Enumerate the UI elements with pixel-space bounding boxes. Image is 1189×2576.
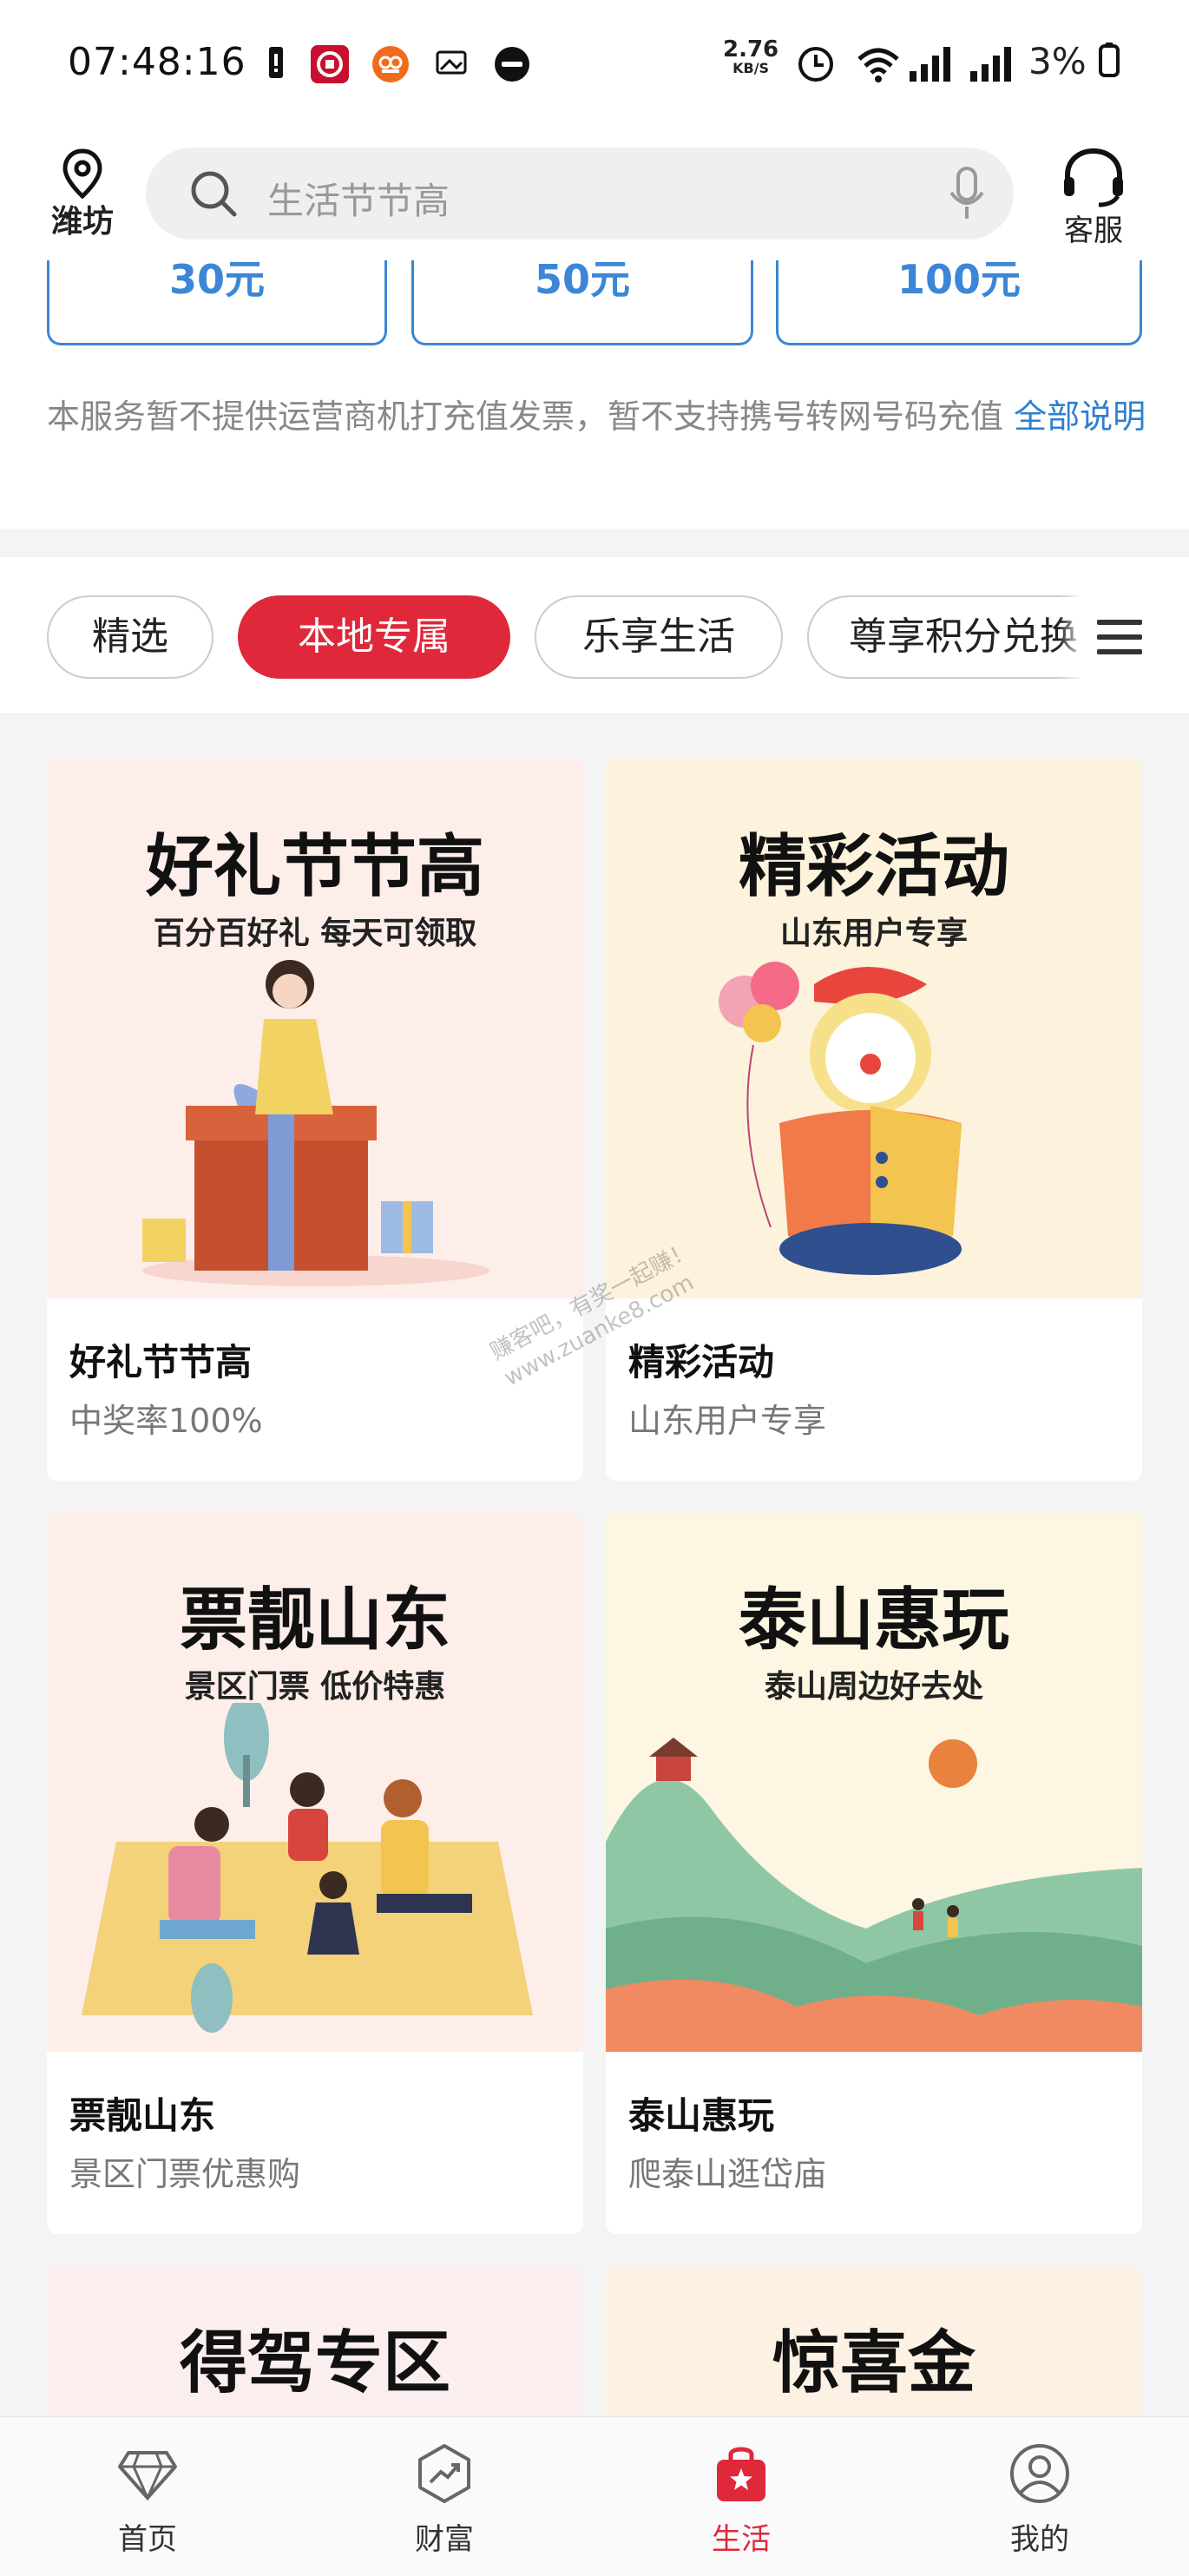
hero-title: 泰山惠玩 bbox=[738, 1581, 1009, 1659]
full-description-link[interactable]: 全部说明 bbox=[1014, 398, 1146, 436]
card-title: 泰山惠玩 bbox=[628, 2094, 775, 2137]
diamond-icon bbox=[118, 2451, 177, 2501]
nav-profile[interactable]: 我的 bbox=[970, 2430, 1109, 2560]
search-input[interactable]: 生活节节高 bbox=[146, 148, 1014, 240]
card-taishan[interactable]: 泰山惠玩 泰山周边好去处 泰山惠玩 爬泰山逛岱庙 bbox=[606, 1512, 1142, 2234]
location-pin-icon bbox=[62, 148, 102, 200]
tab-enjoy-life[interactable]: 乐享生活 bbox=[535, 595, 783, 679]
location-label: 潍坊 bbox=[50, 204, 114, 240]
card-surprise-gold[interactable]: 惊喜金 bbox=[606, 2265, 1142, 2416]
hero-title: 好礼节节高 bbox=[145, 828, 484, 906]
tab-local-exclusive[interactable]: 本地专属 bbox=[238, 595, 510, 679]
hero-title: 惊喜金 bbox=[772, 2324, 976, 2402]
recharge-notice: 本服务暂不提供运营商机打充值发票，暂不支持携号转网号码充值 全部说明 bbox=[47, 396, 1149, 437]
network-speed: 2.76 KB/S bbox=[723, 36, 779, 76]
gift-girl-illustration bbox=[142, 960, 489, 1286]
nav-label: 我的 bbox=[1010, 2522, 1069, 2557]
nav-label: 首页 bbox=[118, 2522, 177, 2557]
card-subtitle: 山东用户专享 bbox=[628, 1402, 827, 1440]
alarm-icon bbox=[797, 45, 833, 82]
app-screen: 07:48:16 2.76 KB/S 3% 潍坊 生活节节高 客服 30元 50… bbox=[0, 0, 1189, 2576]
card-subtitle: 景区门票优惠购 bbox=[69, 2155, 301, 2193]
card-activities[interactable]: 精彩活动 山东用户专享 精彩活动 山东用户专享 bbox=[606, 759, 1142, 1481]
hero-subtitle: 山东用户专享 bbox=[779, 916, 968, 951]
minus-circle-icon bbox=[493, 45, 529, 82]
card-tickets[interactable]: 票靓山东 景区门票 低价特惠 票靓山东 景区门票优惠购 bbox=[47, 1512, 583, 2234]
battery-icon bbox=[1099, 43, 1120, 77]
tab-menu-icon[interactable] bbox=[1095, 613, 1144, 661]
hero-title: 票靓山东 bbox=[179, 1581, 450, 1659]
nav-home[interactable]: 首页 bbox=[78, 2430, 217, 2560]
hero-title: 精彩活动 bbox=[738, 828, 1009, 906]
amount-option-30[interactable]: 30元 bbox=[47, 260, 387, 345]
image-notification-icon bbox=[434, 45, 469, 80]
signal-icon-1 bbox=[908, 45, 950, 82]
hero-subtitle: 泰山周边好去处 bbox=[764, 1669, 983, 1705]
nav-label: 生活 bbox=[712, 2522, 771, 2557]
shopping-bag-icon bbox=[717, 2447, 765, 2501]
hero-subtitle: 百分百好礼 每天可领取 bbox=[153, 916, 477, 951]
battery-level: 3% bbox=[1028, 40, 1120, 82]
card-title: 票靓山东 bbox=[69, 2094, 216, 2137]
search-placeholder: 生活节节高 bbox=[267, 180, 450, 222]
card-driving[interactable]: 得驾专区 bbox=[47, 2265, 583, 2416]
amount-option-100[interactable]: 100元 bbox=[776, 260, 1142, 345]
nav-life[interactable]: 生活 bbox=[672, 2430, 811, 2560]
tab-fade bbox=[1059, 595, 1085, 679]
family-picnic-illustration bbox=[82, 1703, 533, 2033]
card-title: 好礼节节高 bbox=[69, 1341, 253, 1383]
amount-option-50[interactable]: 50元 bbox=[411, 260, 753, 345]
hero-subtitle: 景区门票 低价特惠 bbox=[184, 1669, 446, 1705]
nav-label: 财富 bbox=[415, 2522, 474, 2557]
mountain-illustration bbox=[606, 1738, 1142, 2052]
tab-featured[interactable]: 精选 bbox=[47, 595, 213, 679]
bank-app-icon bbox=[311, 45, 349, 83]
signal-icon-2 bbox=[969, 45, 1011, 82]
battery-alert-icon bbox=[259, 45, 293, 80]
customer-service-button[interactable]: 客服 bbox=[1050, 146, 1137, 248]
microphone-icon[interactable] bbox=[948, 167, 986, 220]
hero-title: 得驾专区 bbox=[179, 2324, 450, 2402]
location-selector[interactable]: 潍坊 bbox=[43, 148, 122, 243]
card-subtitle: 爬泰山逛岱庙 bbox=[628, 2155, 827, 2193]
wifi-icon bbox=[856, 45, 899, 82]
app-notification-icon bbox=[371, 45, 409, 82]
search-icon bbox=[191, 171, 237, 217]
chart-trend-icon bbox=[418, 2444, 470, 2503]
card-subtitle: 中奖率100% bbox=[69, 1402, 263, 1440]
nav-wealth[interactable]: 财富 bbox=[375, 2430, 514, 2560]
notice-text: 本服务暂不提供运营商机打充值发票，暂不支持携号转网号码充值 bbox=[47, 398, 1004, 436]
card-title: 精彩活动 bbox=[628, 1341, 775, 1383]
headset-icon bbox=[1064, 148, 1123, 207]
status-time: 07:48:16 bbox=[68, 40, 246, 84]
user-icon bbox=[1010, 2444, 1069, 2503]
service-label: 客服 bbox=[1064, 214, 1123, 248]
tab-points-exchange[interactable]: 尊享积分兑换 bbox=[807, 595, 1080, 679]
